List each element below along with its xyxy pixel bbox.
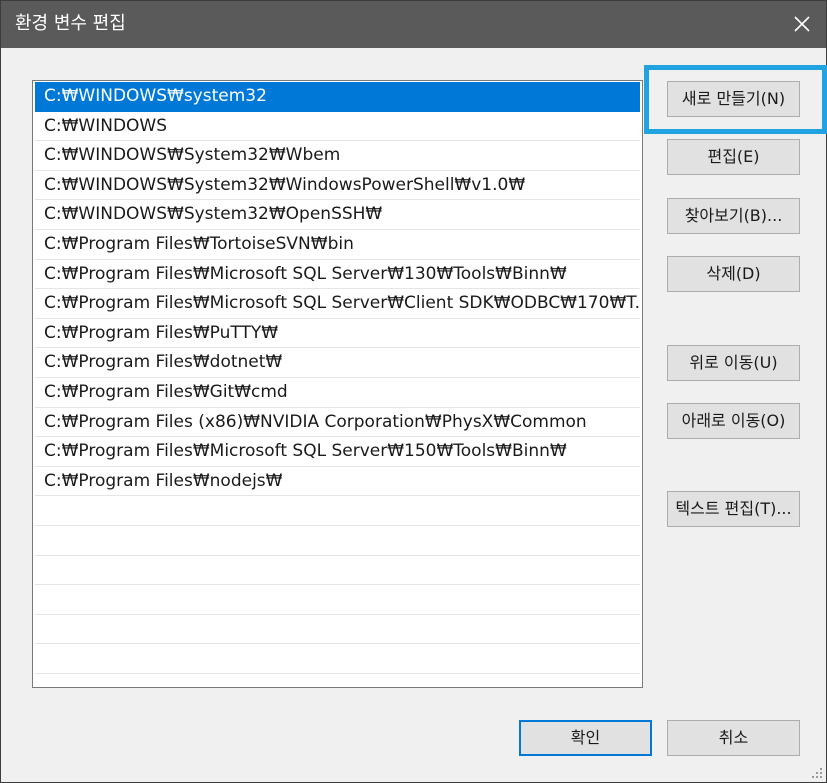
path-list-item[interactable]: C:₩Program Files₩Microsoft SQL Server₩13… xyxy=(35,260,640,290)
close-button[interactable] xyxy=(778,1,826,48)
cancel-button[interactable]: 취소 xyxy=(667,720,800,756)
path-list-item[interactable]: C:₩Program Files₩Microsoft SQL Server₩15… xyxy=(35,437,640,467)
move-down-button[interactable]: 아래로 이동(O) xyxy=(667,403,800,439)
path-list[interactable]: C:₩WINDOWS₩system32 C:₩WINDOWS C:₩WINDOWS₩… xyxy=(32,80,643,688)
browse-button[interactable]: 찾아보기(B)... xyxy=(667,198,800,234)
new-button[interactable]: 새로 만들기(N) xyxy=(667,81,800,117)
path-list-item[interactable]: C:₩WINDOWS₩System32₩WindowsPowerShell₩v1… xyxy=(35,171,640,201)
empty-list-row[interactable] xyxy=(35,556,640,586)
resize-grip-icon[interactable] xyxy=(809,765,823,779)
close-icon xyxy=(794,16,810,32)
edit-button[interactable]: 편집(E) xyxy=(667,139,800,175)
empty-list-row[interactable] xyxy=(35,644,640,674)
path-list-item[interactable]: C:₩WINDOWS₩System32₩Wbem xyxy=(35,141,640,171)
path-list-item[interactable]: C:₩WINDOWS₩System32₩OpenSSH₩ xyxy=(35,200,640,230)
ok-button[interactable]: 확인 xyxy=(519,720,652,756)
empty-list-row[interactable] xyxy=(35,585,640,615)
empty-list-row[interactable] xyxy=(35,615,640,645)
empty-list-row[interactable] xyxy=(35,526,640,556)
path-list-item[interactable]: C:₩Program Files₩nodejs₩ xyxy=(35,467,640,497)
path-list-item[interactable]: C:₩Program Files₩Microsoft SQL Server₩Cl… xyxy=(35,289,640,319)
path-list-item[interactable]: C:₩WINDOWS xyxy=(35,112,640,142)
path-list-item[interactable]: C:₩Program Files₩Git₩cmd xyxy=(35,378,640,408)
title-bar[interactable]: 환경 변수 편집 xyxy=(1,1,826,48)
edit-environment-variable-dialog: 환경 변수 편집 C:₩WINDOWS₩system32 C:₩WINDOWS C:… xyxy=(0,0,827,783)
edit-text-button[interactable]: 텍스트 편집(T)... xyxy=(667,491,800,527)
dialog-title: 환경 변수 편집 xyxy=(15,13,126,34)
path-list-item[interactable]: C:₩WINDOWS₩system32 xyxy=(35,82,640,112)
empty-list-row[interactable] xyxy=(35,496,640,526)
path-list-item[interactable]: C:₩Program Files₩dotnet₩ xyxy=(35,348,640,378)
path-list-item[interactable]: C:₩Program Files₩TortoiseSVN₩bin xyxy=(35,230,640,260)
path-list-item[interactable]: C:₩Program Files₩PuTTY₩ xyxy=(35,319,640,349)
delete-button[interactable]: 삭제(D) xyxy=(667,256,800,292)
path-list-item[interactable]: C:₩Program Files (x86)₩NVIDIA Corporatio… xyxy=(35,408,640,438)
move-up-button[interactable]: 위로 이동(U) xyxy=(667,345,800,381)
